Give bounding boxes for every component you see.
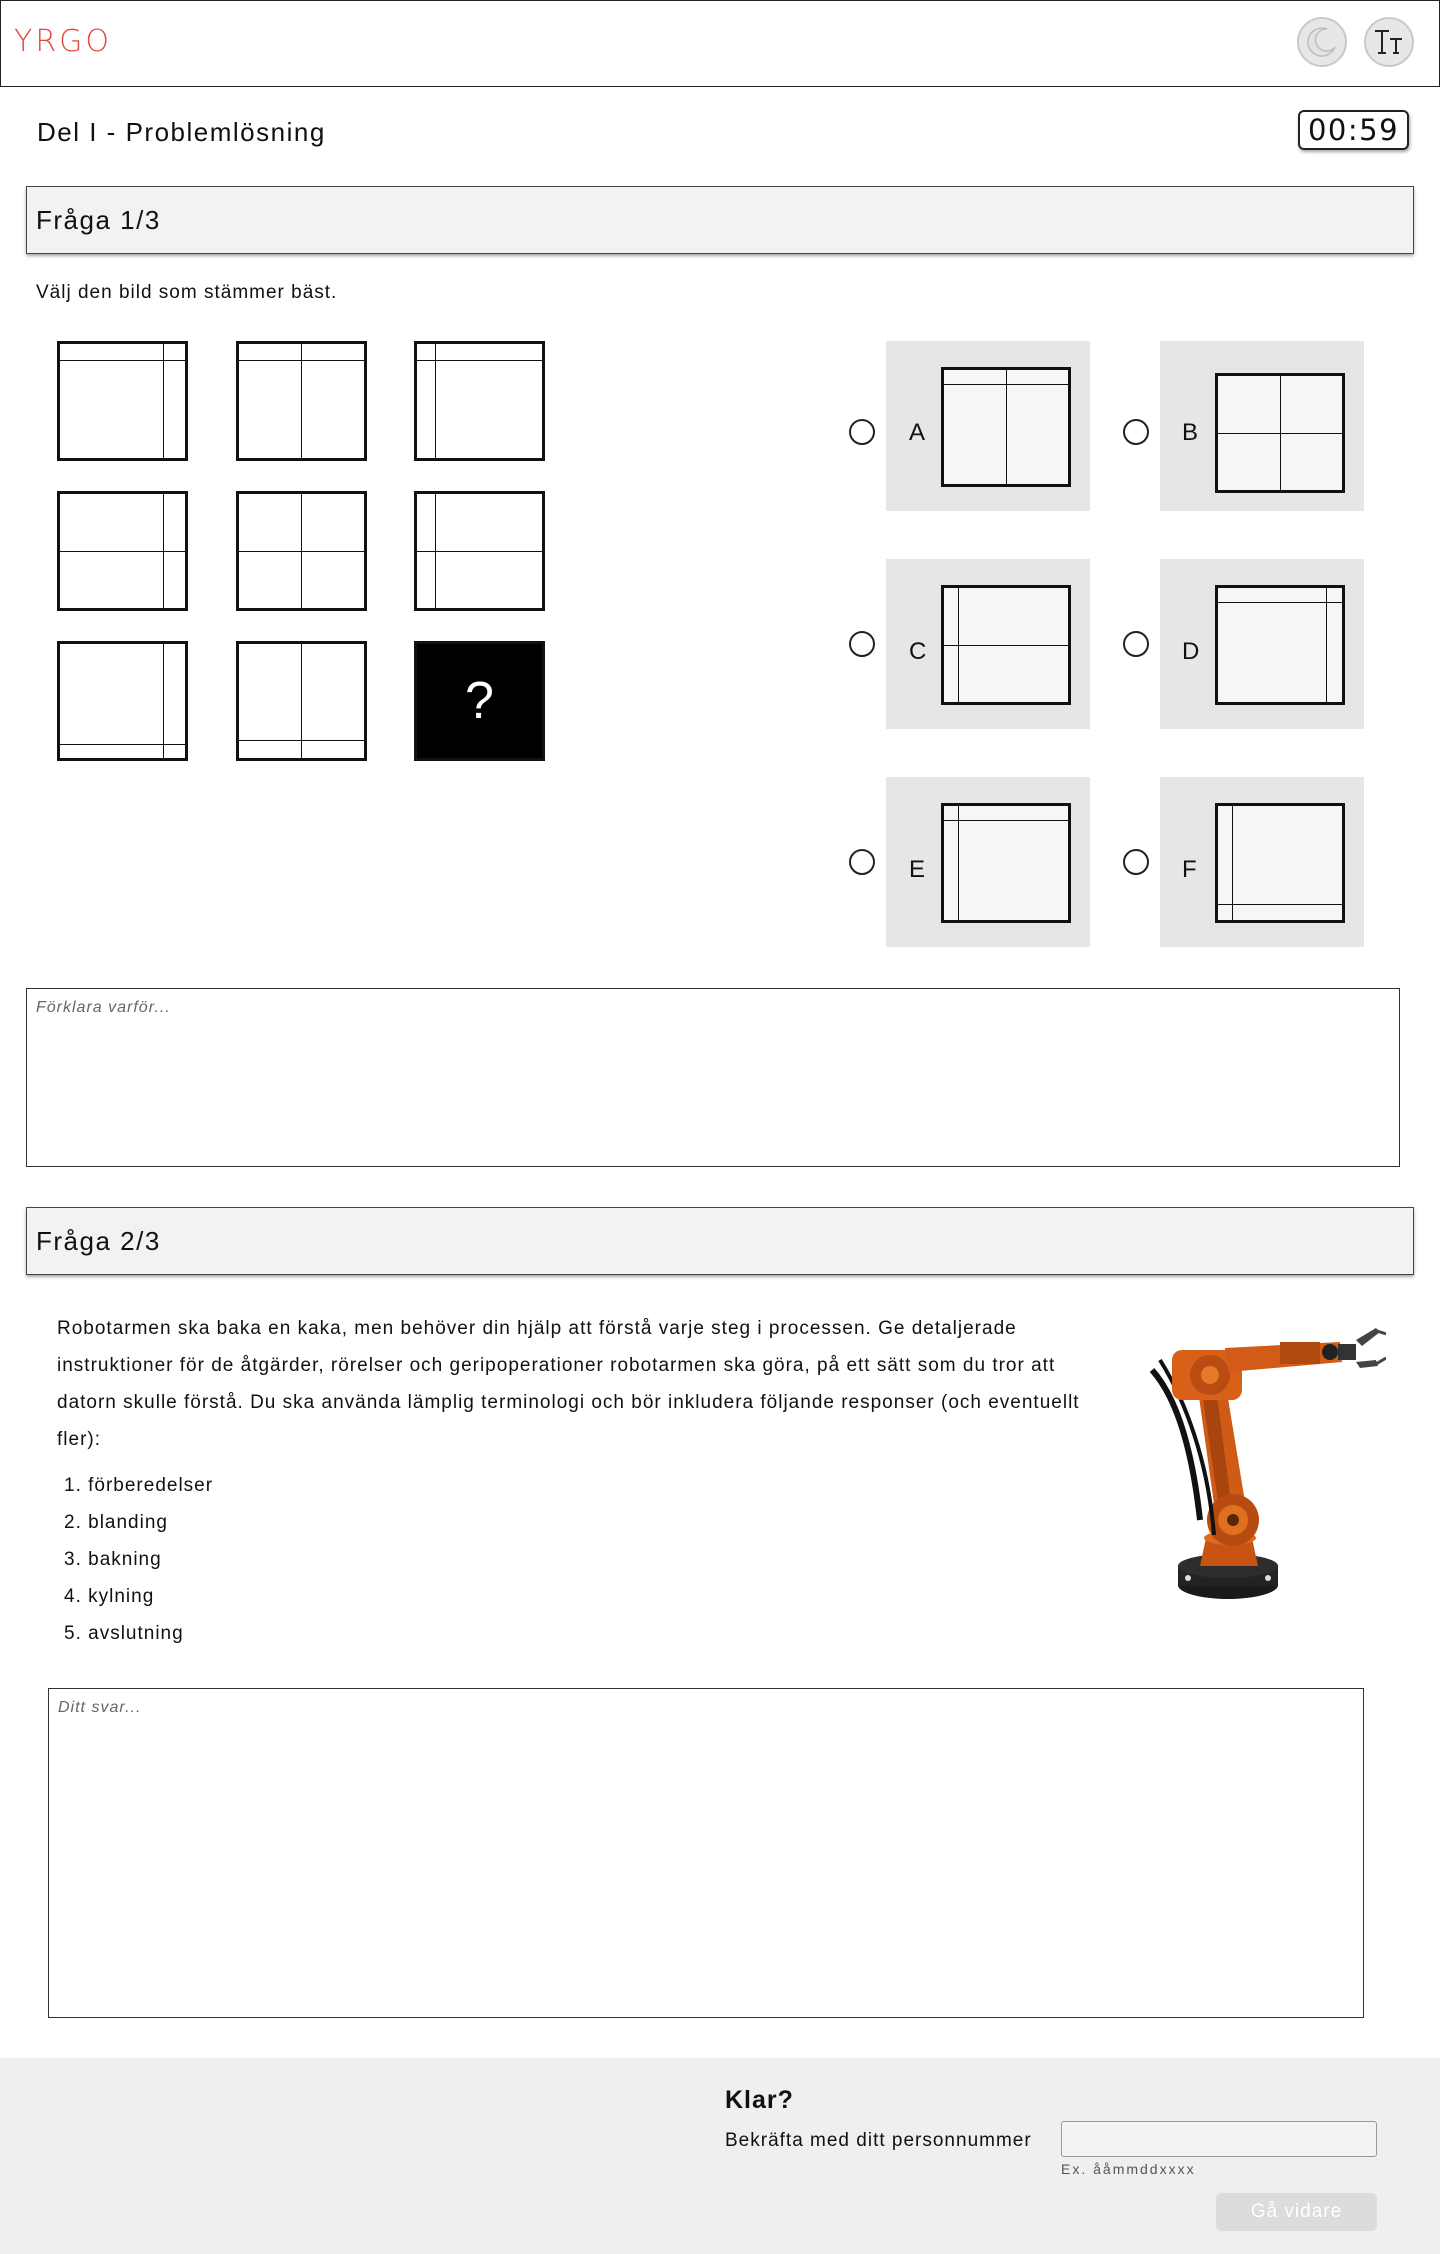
- option-d-figure: [1215, 585, 1345, 705]
- matrix-cell-3-2: [236, 641, 367, 761]
- personnummer-hint: Ex. ååmmddxxxx: [1061, 2161, 1196, 2177]
- explain-textarea[interactable]: Förklara varför...: [26, 988, 1400, 1167]
- option-a-figure: [941, 367, 1071, 487]
- option-a[interactable]: A: [886, 341, 1090, 511]
- list-item: 1. förberedelser: [64, 1475, 214, 1496]
- timer: 00:59: [1298, 110, 1409, 150]
- matrix-cell-1-2: [236, 341, 367, 461]
- matrix-cell-2-3: [414, 491, 545, 611]
- matrix-cell-1-3: [414, 341, 545, 461]
- confirm-label: Bekräfta med ditt personnummer: [725, 2130, 1032, 2151]
- matrix-cell-2-1: [57, 491, 188, 611]
- robot-arm-image: [1130, 1320, 1387, 1610]
- matrix-missing-cell: ?: [414, 641, 545, 761]
- moon-icon: [1305, 25, 1339, 59]
- personnummer-input[interactable]: [1061, 2121, 1377, 2157]
- text-size-button[interactable]: [1364, 17, 1414, 67]
- next-button[interactable]: Gå vidare: [1216, 2193, 1377, 2231]
- option-f-figure: [1215, 803, 1345, 923]
- dark-mode-toggle[interactable]: [1297, 17, 1347, 67]
- option-e-figure: [941, 803, 1071, 923]
- option-c-figure: [941, 585, 1071, 705]
- matrix-cell-2-2: [236, 491, 367, 611]
- answer-placeholder: Ditt svar...: [58, 1699, 142, 1716]
- option-d-radio[interactable]: [1123, 631, 1149, 657]
- option-a-radio[interactable]: [849, 419, 875, 445]
- option-e-label: E: [909, 856, 926, 883]
- question-1-header: Fråga 1/3: [26, 186, 1414, 254]
- option-b-figure: [1215, 373, 1345, 493]
- option-c-label: C: [909, 638, 927, 665]
- matrix-cell-1-1: [57, 341, 188, 461]
- question-2-steps: 1. förberedelser 2. blanding 3. bakning …: [64, 1467, 213, 1652]
- explain-placeholder: Förklara varför...: [36, 999, 171, 1016]
- option-b-radio[interactable]: [1123, 419, 1149, 445]
- question-1-instruction: Välj den bild som stämmer bäst.: [36, 282, 338, 303]
- question-2-text: Robotarmen ska baka en kaka, men behöver…: [57, 1318, 1080, 1450]
- top-bar: [0, 0, 1440, 87]
- option-e-radio[interactable]: [849, 849, 875, 875]
- option-c[interactable]: C: [886, 559, 1090, 729]
- option-d[interactable]: D: [1160, 559, 1364, 729]
- matrix-cell-3-1: [57, 641, 188, 761]
- option-c-radio[interactable]: [849, 631, 875, 657]
- logo: YRGO: [14, 24, 113, 59]
- option-f[interactable]: F: [1160, 777, 1364, 947]
- text-size-icon: [1372, 27, 1406, 57]
- question-2-header: Fråga 2/3: [26, 1207, 1414, 1275]
- section-title: Del I - Problemlösning: [37, 117, 326, 147]
- option-a-label: A: [909, 419, 926, 446]
- footer-title: Klar?: [725, 2086, 794, 2114]
- question-2-title: Fråga 2/3: [36, 1226, 161, 1256]
- question-1-title: Fråga 1/3: [36, 205, 161, 235]
- list-item: 3. bakning: [64, 1549, 162, 1570]
- list-item: 4. kylning: [64, 1586, 155, 1607]
- list-item: 5. avslutning: [64, 1623, 184, 1644]
- option-e[interactable]: E: [886, 777, 1090, 947]
- option-f-label: F: [1182, 856, 1197, 883]
- answer-textarea[interactable]: Ditt svar...: [48, 1688, 1364, 2018]
- option-f-radio[interactable]: [1123, 849, 1149, 875]
- option-b[interactable]: B: [1160, 341, 1364, 511]
- option-d-label: D: [1182, 638, 1200, 665]
- option-b-label: B: [1182, 419, 1199, 446]
- list-item: 2. blanding: [64, 1512, 168, 1533]
